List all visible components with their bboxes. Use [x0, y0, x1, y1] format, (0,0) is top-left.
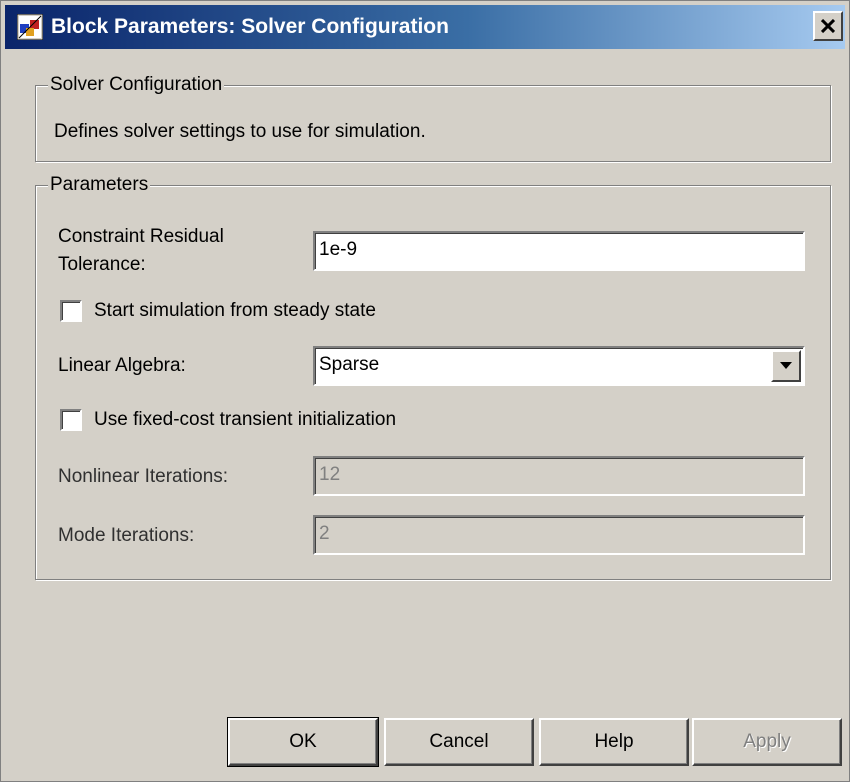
description-group-legend: Solver Configuration	[48, 73, 225, 97]
linear-algebra-label: Linear Algebra:	[58, 355, 186, 376]
mode-iterations-label: Mode Iterations:	[58, 525, 195, 546]
fixed-cost-init-label[interactable]: Use fixed-cost transient initialization	[94, 407, 396, 432]
window-title: Block Parameters: Solver Configuration	[51, 15, 449, 38]
simulink-block-icon	[16, 13, 44, 41]
nonlinear-iterations-label: Nonlinear Iterations:	[58, 466, 229, 487]
constraint-residual-tolerance-input[interactable]: 1e-9	[313, 231, 805, 271]
chevron-down-icon	[780, 362, 792, 369]
description-group: Solver Configuration Defines solver sett…	[35, 73, 831, 162]
parameters-group-legend: Parameters	[48, 173, 151, 197]
linear-algebra-dropdown-button[interactable]	[771, 350, 801, 382]
close-button[interactable]	[813, 11, 843, 41]
nonlinear-iterations-input: 12	[313, 456, 805, 496]
linear-algebra-selected: Sparse	[319, 354, 380, 375]
constraint-residual-tolerance-label: Constraint Residual Tolerance:	[58, 223, 224, 279]
label-line-2: Tolerance:	[58, 254, 146, 275]
apply-button: Apply	[692, 718, 842, 766]
cancel-button[interactable]: Cancel	[384, 718, 534, 766]
label-line-1: Constraint Residual	[58, 226, 224, 247]
close-icon	[821, 19, 835, 33]
steady-state-checkbox[interactable]	[60, 300, 82, 322]
mode-iterations-input: 2	[313, 515, 805, 555]
block-parameters-dialog: Block Parameters: Solver Configuration S…	[0, 0, 850, 782]
parameters-group: Parameters Constraint Residual Tolerance…	[35, 173, 831, 580]
steady-state-label[interactable]: Start simulation from steady state	[94, 298, 376, 323]
help-button[interactable]: Help	[539, 718, 689, 766]
ok-button[interactable]: OK	[227, 717, 379, 767]
title-bar[interactable]: Block Parameters: Solver Configuration	[5, 5, 845, 49]
block-description: Defines solver settings to use for simul…	[54, 121, 426, 142]
linear-algebra-select[interactable]: Sparse	[313, 346, 805, 386]
fixed-cost-init-checkbox[interactable]	[60, 409, 82, 431]
